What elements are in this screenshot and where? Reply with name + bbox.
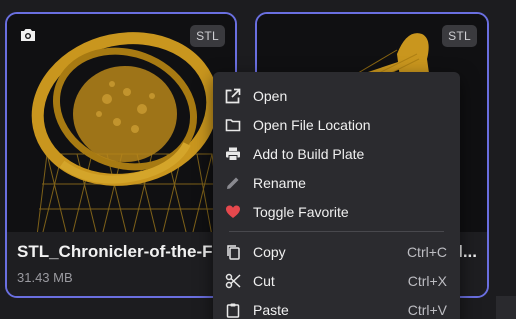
menu-item-label: Rename <box>253 175 306 191</box>
model-card[interactable]: STL STL_Chronicler-of-the-Fl 31.43 MB <box>5 12 237 298</box>
model-render-image <box>31 32 223 237</box>
shortcut-text: Ctrl+X <box>407 273 447 289</box>
model-title: l... <box>458 242 477 261</box>
menu-item-label: Toggle Favorite <box>253 204 349 220</box>
shortcut-text: Ctrl+C <box>406 244 447 260</box>
open-external-icon <box>225 88 241 104</box>
menu-item-rename[interactable]: Rename <box>213 168 460 197</box>
model-title: STL_Chronicler-of-the-Fl <box>17 242 217 261</box>
card-footer: STL_Chronicler-of-the-Fl 31.43 MB <box>7 232 235 296</box>
folder-icon <box>225 119 241 132</box>
printer-icon <box>226 147 240 161</box>
menu-item-cut[interactable]: Cut Ctrl+X <box>213 266 460 295</box>
scroll-edge <box>496 296 516 319</box>
clipboard-icon <box>226 303 240 318</box>
pencil-icon <box>227 177 239 189</box>
heart-icon <box>226 205 240 218</box>
model-preview[interactable]: STL <box>7 14 235 237</box>
shortcut-text: Ctrl+V <box>407 302 447 318</box>
scissors-icon <box>225 273 241 289</box>
menu-item-open-file-location[interactable]: Open File Location <box>213 110 460 139</box>
copy-icon <box>227 245 240 260</box>
menu-item-label: Cut <box>253 273 275 289</box>
menu-item-label: Open <box>253 88 288 104</box>
menu-item-label: Open File Location <box>253 117 371 133</box>
model-file-size: 31.43 MB <box>17 270 73 285</box>
model-library: STL STL_Chronicler-of-the-Fl 31.43 MB ST… <box>0 0 516 319</box>
menu-item-toggle-favorite[interactable]: Toggle Favorite <box>213 197 460 226</box>
context-menu: Open Open File Location Add to Build Pla… <box>213 72 460 319</box>
camera-icon[interactable] <box>19 27 37 43</box>
menu-item-label: Add to Build Plate <box>253 146 365 162</box>
menu-item-label: Paste <box>253 302 289 318</box>
file-type-badge: STL <box>442 25 477 47</box>
menu-separator <box>229 231 444 232</box>
menu-item-copy[interactable]: Copy Ctrl+C <box>213 237 460 266</box>
menu-item-paste[interactable]: Paste Ctrl+V <box>213 295 460 319</box>
menu-item-open[interactable]: Open <box>213 81 460 110</box>
menu-item-add-to-build-plate[interactable]: Add to Build Plate <box>213 139 460 168</box>
menu-item-label: Copy <box>253 244 286 260</box>
file-type-badge: STL <box>190 25 225 47</box>
